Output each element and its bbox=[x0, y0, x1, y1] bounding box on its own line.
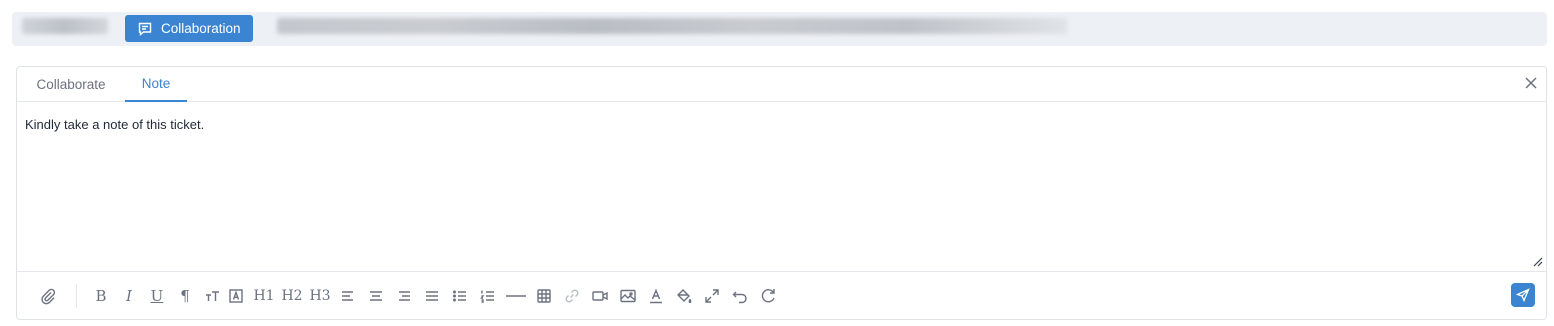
collaboration-button[interactable]: Collaboration bbox=[125, 15, 253, 42]
heading-3-icon[interactable]: H3 bbox=[309, 285, 331, 307]
align-justify-icon[interactable] bbox=[423, 285, 441, 307]
bold-icon[interactable]: B bbox=[93, 285, 109, 307]
text-box-icon[interactable] bbox=[227, 285, 245, 307]
send-icon bbox=[1516, 288, 1530, 302]
note-panel: Collaborate Note Kindly take a note of t… bbox=[16, 66, 1547, 320]
image-icon[interactable] bbox=[619, 285, 637, 307]
undo-icon[interactable] bbox=[731, 285, 749, 307]
redacted-text bbox=[22, 18, 108, 34]
video-icon[interactable] bbox=[591, 285, 609, 307]
tab-collaborate[interactable]: Collaborate bbox=[29, 67, 113, 102]
numbered-list-icon[interactable] bbox=[479, 285, 497, 307]
align-center-icon[interactable] bbox=[367, 285, 385, 307]
link-icon[interactable] bbox=[563, 285, 581, 307]
underline-icon[interactable]: U bbox=[148, 285, 166, 307]
toolbar-divider bbox=[76, 284, 77, 308]
horizontal-rule-icon[interactable] bbox=[505, 285, 527, 307]
redo-icon[interactable] bbox=[758, 285, 778, 307]
message-icon bbox=[138, 22, 152, 36]
align-right-icon[interactable] bbox=[395, 285, 413, 307]
collaboration-label: Collaboration bbox=[161, 21, 241, 36]
close-icon[interactable] bbox=[1524, 76, 1538, 90]
tab-note[interactable]: Note bbox=[125, 67, 187, 102]
tab-bar: Collaborate Note bbox=[17, 67, 1546, 102]
note-editor[interactable]: Kindly take a note of this ticket. bbox=[17, 103, 1546, 271]
send-button[interactable] bbox=[1511, 283, 1535, 307]
editor-toolbar: B I U ¶ H1 H2 H3 bbox=[17, 271, 1546, 320]
editor-content: Kindly take a note of this ticket. bbox=[25, 117, 205, 132]
fill-color-icon[interactable] bbox=[675, 285, 693, 307]
italic-icon[interactable]: I bbox=[121, 285, 137, 307]
paragraph-icon[interactable]: ¶ bbox=[177, 285, 193, 307]
table-icon[interactable] bbox=[535, 285, 553, 307]
heading-2-icon[interactable]: H2 bbox=[281, 285, 303, 307]
fullscreen-icon[interactable] bbox=[703, 285, 721, 307]
topbar: Collaboration bbox=[12, 12, 1547, 46]
bullet-list-icon[interactable] bbox=[451, 285, 469, 307]
font-color-icon[interactable] bbox=[647, 285, 665, 307]
attach-icon[interactable] bbox=[39, 285, 57, 307]
font-size-icon[interactable] bbox=[203, 285, 221, 307]
align-left-icon[interactable] bbox=[339, 285, 357, 307]
redacted-text bbox=[277, 18, 1067, 34]
resize-handle-icon[interactable] bbox=[1533, 257, 1543, 267]
heading-1-icon[interactable]: H1 bbox=[253, 285, 275, 307]
